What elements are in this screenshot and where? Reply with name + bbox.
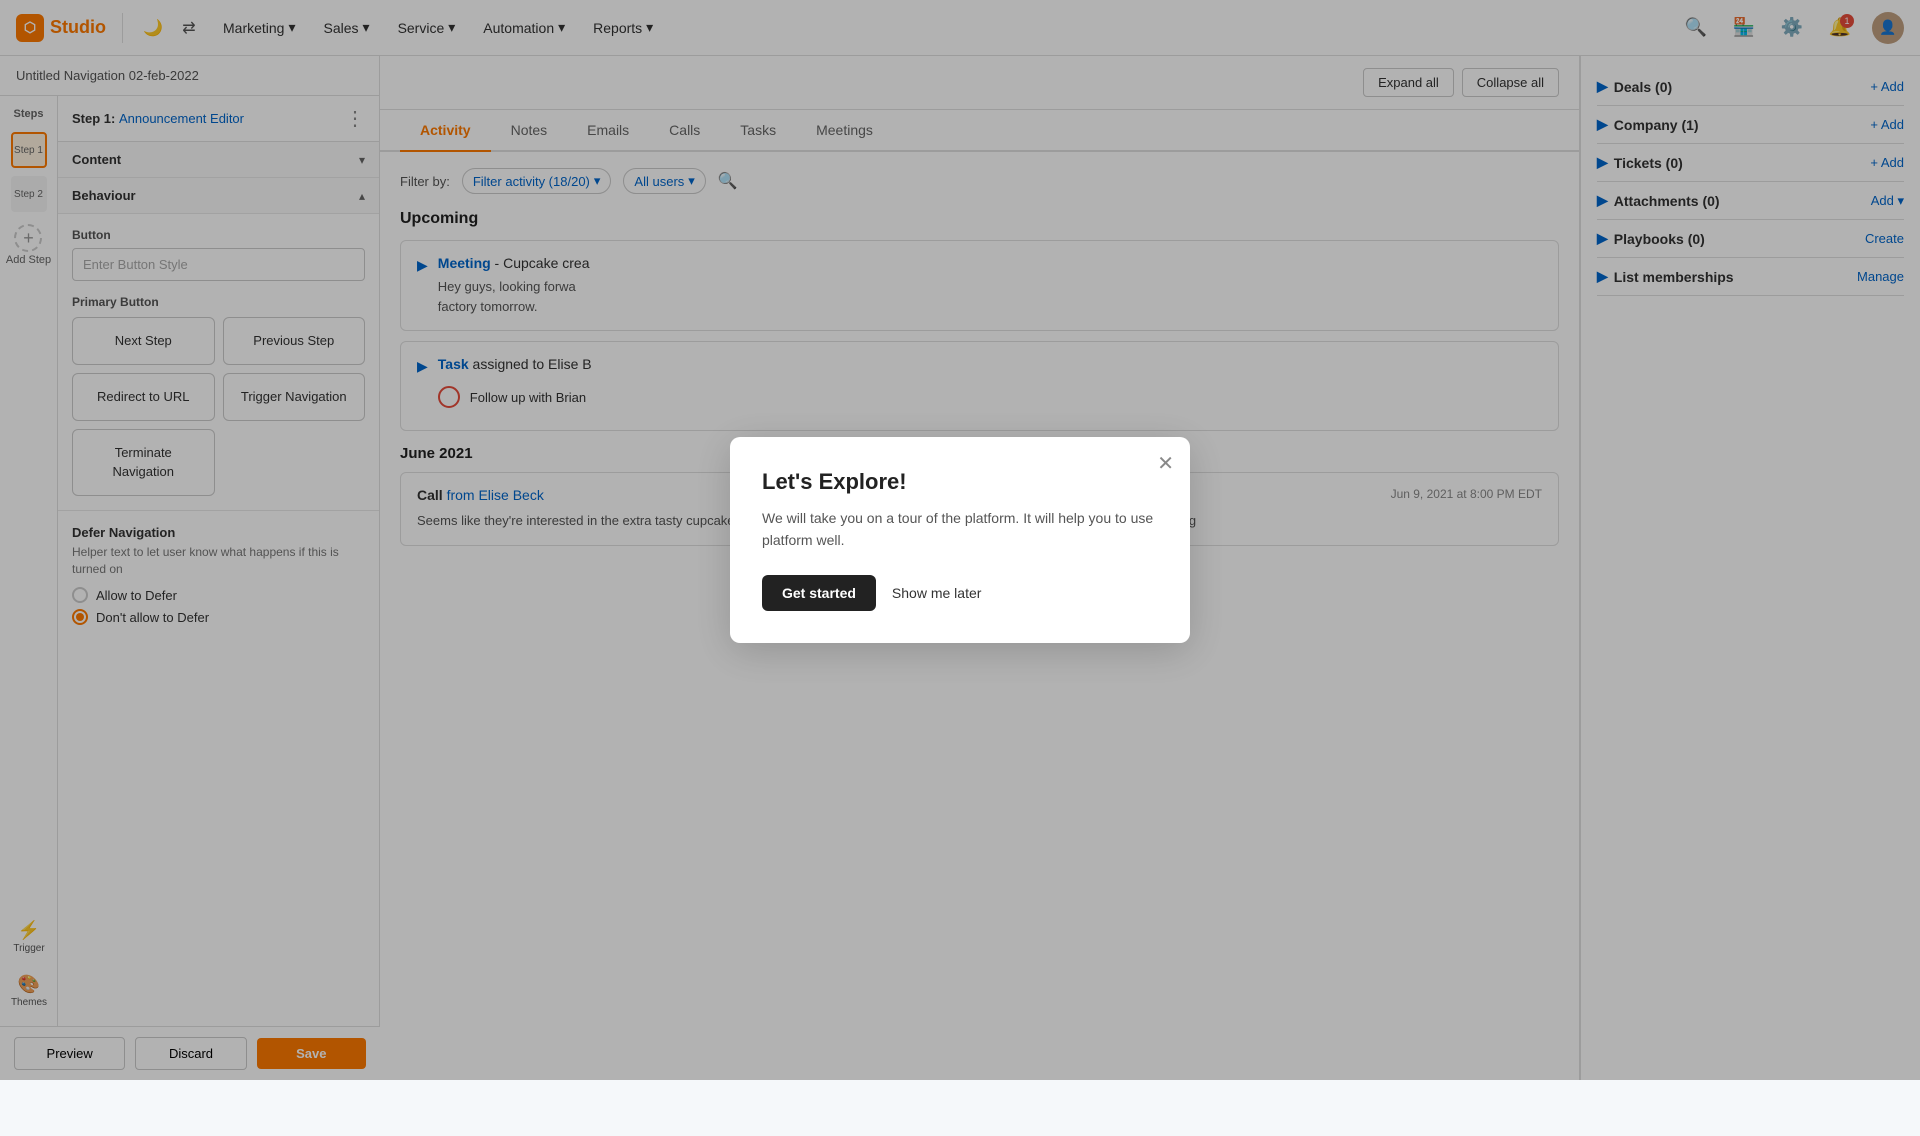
show-later-button[interactable]: Show me later bbox=[892, 585, 981, 601]
get-started-button[interactable]: Get started bbox=[762, 575, 876, 611]
modal-actions: Get started Show me later bbox=[762, 575, 1158, 611]
modal-body: We will take you on a tour of the platfo… bbox=[762, 507, 1158, 552]
modal-overlay: ✕ Let's Explore! We will take you on a t… bbox=[0, 0, 1920, 1080]
modal-close-button[interactable]: ✕ bbox=[1157, 451, 1174, 476]
explore-modal: ✕ Let's Explore! We will take you on a t… bbox=[730, 437, 1190, 644]
modal-title: Let's Explore! bbox=[762, 469, 1158, 495]
